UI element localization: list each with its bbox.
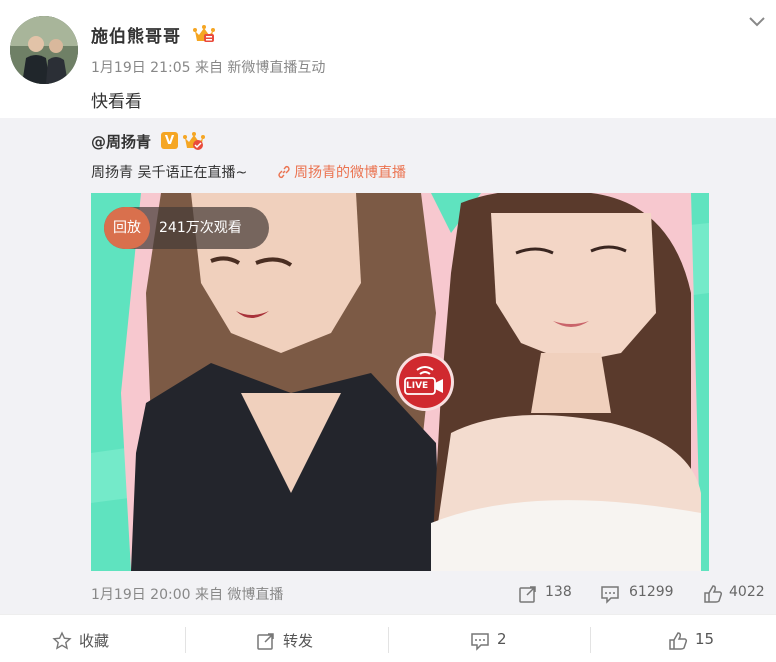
repost-user[interactable]: @周扬青 — [91, 131, 151, 152]
view-count: 241万次观看 — [159, 220, 242, 236]
post-text: 快看看 — [91, 92, 142, 112]
author-name[interactable]: 施伯熊哥哥 — [91, 22, 181, 47]
star-icon — [52, 631, 72, 650]
chevron-down-icon[interactable] — [745, 12, 769, 32]
like-count-label: 15 — [695, 630, 715, 648]
action-bar: 收藏 转发 2 15 — [0, 614, 776, 662]
like-count: 4022 — [729, 584, 765, 600]
avatar[interactable] — [10, 16, 78, 84]
like-button[interactable]: 15 — [582, 615, 776, 662]
comment-icon — [471, 633, 489, 651]
repost-time: 1月19日 20:00 来自 微博直播 — [91, 587, 284, 603]
post-meta: 1月19日 21:05 来自 新微博直播互动 — [91, 60, 326, 76]
live-video-thumbnail[interactable]: 回放 241万次观看 LIVE — [91, 193, 709, 571]
live-link[interactable]: 周扬青的微博直播 — [277, 162, 406, 182]
forward-label: 转发 — [283, 632, 314, 650]
favorite-label: 收藏 — [79, 632, 110, 650]
comment-icon — [601, 586, 619, 604]
repost-forward-stat[interactable]: 138 — [518, 582, 578, 606]
comment-count-label: 2 — [497, 630, 507, 648]
replay-badge: 回放 241万次观看 — [104, 207, 269, 249]
post-header: 施伯熊哥哥 1月19日 21:05 来自 新微博直播互动 快看看 — [0, 0, 776, 118]
verified-label: V — [164, 133, 175, 147]
repost-text: 周扬青 吴千语正在直播~ — [91, 165, 248, 181]
forward-button[interactable]: 转发 — [194, 615, 388, 662]
live-label: LIVE — [406, 381, 429, 391]
repost-comment-stat[interactable]: 61299 — [600, 582, 690, 606]
live-play-button[interactable]: LIVE — [396, 353, 454, 411]
favorite-button[interactable]: 收藏 — [0, 615, 194, 662]
repost-like-stat[interactable]: 4022 — [703, 582, 773, 606]
forward-icon — [257, 633, 274, 650]
replay-tag: 回放 — [104, 207, 150, 249]
forward-icon — [519, 586, 536, 603]
live-link-text: 周扬青的微博直播 — [294, 165, 406, 181]
forward-count: 138 — [545, 584, 572, 600]
thumbs-up-icon — [669, 632, 688, 650]
link-icon — [278, 165, 290, 179]
repost-footer: 1月19日 20:00 来自 微博直播 138 61299 4022 — [91, 582, 776, 606]
verified-v-icon: V — [161, 132, 178, 149]
crown-badge-icon[interactable] — [192, 24, 216, 44]
crown-badge-icon[interactable] — [182, 131, 206, 151]
thumbs-up-icon — [704, 585, 723, 603]
repost-box: @周扬青 V 周扬青 吴千语正在直播~ 周扬青的微博直播 回放 241万次观看 … — [0, 118, 776, 614]
comment-count: 61299 — [629, 584, 674, 600]
divider — [185, 627, 186, 653]
comment-button[interactable]: 2 — [388, 615, 582, 662]
